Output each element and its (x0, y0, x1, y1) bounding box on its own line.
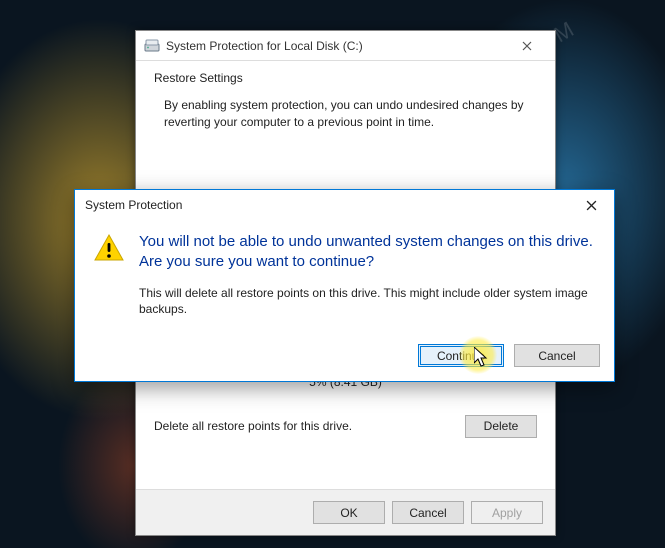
confirm-titlebar[interactable]: System Protection (75, 190, 614, 220)
cancel-button[interactable]: Cancel (392, 501, 464, 524)
delete-button[interactable]: Delete (465, 415, 537, 438)
continue-button[interactable]: Continue (418, 344, 504, 367)
restore-settings-description: By enabling system protection, you can u… (164, 97, 533, 131)
system-protection-confirm-dialog: System Protection You will not be able t… (74, 189, 615, 382)
dialog-footer: OK Cancel Apply (136, 489, 555, 535)
cancel-button[interactable]: Cancel (514, 344, 600, 367)
dialog-title: System Protection for Local Disk (C:) (166, 39, 507, 53)
drive-icon (144, 38, 160, 54)
close-icon[interactable] (569, 191, 614, 219)
close-icon[interactable] (507, 32, 547, 60)
confirm-dialog-title: System Protection (85, 198, 569, 212)
dialog-titlebar[interactable]: System Protection for Local Disk (C:) (136, 31, 555, 61)
apply-button[interactable]: Apply (471, 501, 543, 524)
confirm-heading: You will not be able to undo unwanted sy… (139, 232, 596, 273)
restore-settings-label: Restore Settings (154, 71, 537, 85)
warning-icon (93, 232, 125, 264)
ok-button[interactable]: OK (313, 501, 385, 524)
confirm-detail: This will delete all restore points on t… (139, 285, 596, 319)
delete-restore-points-description: Delete all restore points for this drive… (154, 419, 455, 433)
